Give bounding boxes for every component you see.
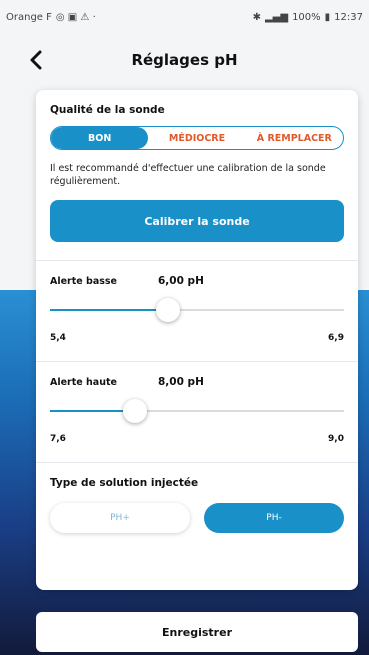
low-alert-slider[interactable] [50, 295, 344, 325]
high-alert-value: 8,00 pH [158, 376, 204, 388]
quality-option-mediocre[interactable]: MÉDIOCRE [148, 127, 245, 149]
high-alert-header: Alerte haute 8,00 pH [50, 376, 344, 388]
calibration-info-text: Il est recommandé d'effectuer une calibr… [50, 163, 326, 187]
low-alert-range: 5,4 6,9 [50, 333, 344, 343]
slider-thumb[interactable] [155, 298, 180, 322]
injection-toggle: PH+ PH- [50, 503, 344, 533]
settings-card: Qualité de la sonde BON MÉDIOCRE À REMPL… [36, 90, 358, 590]
notification-icons: ◎ ▣ ⚠ · [55, 11, 96, 23]
signal-icon: ▂▄▆ [264, 11, 289, 23]
carrier-label: Orange F [6, 11, 52, 23]
header: Réglages pH [0, 40, 369, 80]
clock: 12:37 [334, 11, 363, 23]
high-alert-max: 9,0 [328, 434, 344, 444]
slider-thumb[interactable] [123, 399, 148, 423]
low-alert-max: 6,9 [328, 333, 344, 343]
chevron-left-icon [30, 50, 42, 70]
high-alert-min: 7,6 [50, 434, 66, 444]
bluetooth-icon: ✱ [252, 11, 261, 23]
probe-quality-segmented-control: BON MÉDIOCRE À REMPLACER [50, 126, 344, 150]
injection-block: Type de solution injectée PH+ PH- [50, 463, 344, 533]
low-alert-label: Alerte basse [50, 275, 117, 287]
injection-title: Type de solution injectée [50, 477, 199, 489]
high-alert-range: 7,6 9,0 [50, 434, 344, 444]
back-button[interactable] [22, 46, 50, 74]
low-alert-min: 5,4 [50, 333, 66, 343]
status-right: ✱ ▂▄▆ 100% ▮ 12:37 [253, 12, 363, 23]
quality-option-good[interactable]: BON [51, 127, 149, 149]
probe-quality-title: Qualité de la sonde [50, 104, 165, 116]
low-alert-block: Alerte basse 6,00 pH 5,4 6,9 [50, 261, 344, 343]
page-title: Réglages pH [131, 51, 238, 69]
low-alert-value: 6,00 pH [158, 275, 204, 287]
high-alert-label: Alerte haute [50, 376, 117, 388]
ph-plus-option[interactable]: PH+ [50, 503, 190, 533]
ph-minus-option[interactable]: PH- [204, 503, 344, 533]
low-alert-header: Alerte basse 6,00 pH [50, 275, 344, 287]
battery-percent: 100% [292, 11, 321, 23]
calibrate-probe-button[interactable]: Calibrer la sonde [50, 200, 344, 242]
battery-icon: ▮ [324, 11, 331, 23]
high-alert-block: Alerte haute 8,00 pH 7,6 9,0 [50, 362, 344, 444]
high-alert-slider[interactable] [50, 396, 344, 426]
status-bar: Orange F ◎ ▣ ⚠ · ✱ ▂▄▆ 100% ▮ 12:37 [0, 0, 369, 34]
save-button[interactable]: Enregistrer [36, 612, 358, 652]
status-left: Orange F ◎ ▣ ⚠ · [6, 12, 96, 23]
slider-fill [50, 309, 168, 311]
quality-option-replace[interactable]: À REMPLACER [246, 127, 343, 149]
